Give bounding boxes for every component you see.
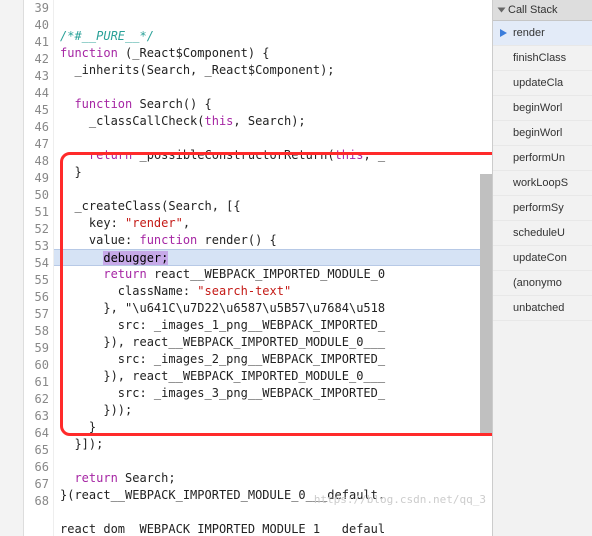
stack-frame-label: scheduleU (513, 227, 565, 239)
line-number[interactable]: 40 (28, 17, 49, 34)
call-stack-frame[interactable]: (anonymo (493, 271, 592, 296)
line-number[interactable]: 59 (28, 340, 49, 357)
code-line[interactable]: return _possibleConstructorReturn(this, … (60, 147, 492, 164)
code-line[interactable]: return react__WEBPACK_IMPORTED_MODULE_0 (60, 266, 492, 283)
call-stack-header[interactable]: Call Stack (493, 0, 592, 21)
code-line[interactable]: src: _images_1_png__WEBPACK_IMPORTED_ (60, 317, 492, 334)
code-line[interactable]: }, "\u641C\u7D22\u6587\u5B57\u7684\u518 (60, 300, 492, 317)
code-line[interactable]: src: _images_3_png__WEBPACK_IMPORTED_ (60, 385, 492, 402)
code-line[interactable]: function (_React$Component) { (60, 45, 492, 62)
code-area[interactable]: /*#__PURE__*/function (_React$Component)… (54, 0, 492, 536)
code-line[interactable]: key: "render", (60, 215, 492, 232)
call-stack-list: render finishClass updateCla beginWorl begin… (493, 21, 592, 536)
line-number[interactable]: 65 (28, 442, 49, 459)
stack-frame-label: (anonymo (513, 277, 562, 289)
stack-frame-label: beginWorl (513, 102, 562, 114)
line-number[interactable]: 49 (28, 170, 49, 187)
current-frame-arrow-icon (499, 28, 509, 38)
call-stack-frame[interactable]: scheduleU (493, 221, 592, 246)
call-stack-frame[interactable]: updateCon (493, 246, 592, 271)
vertical-scrollbar[interactable] (480, 174, 492, 436)
devtools-root: 3940414243444546474849505152535455565758… (0, 0, 592, 536)
code-line[interactable]: react dom WEBPACK IMPORTED MODULE 1 defa… (60, 521, 492, 536)
line-number[interactable]: 66 (28, 459, 49, 476)
call-stack-title: Call Stack (508, 4, 558, 16)
code-line[interactable]: }(react__WEBPACK_IMPORTED_MODULE_0___def… (60, 487, 492, 504)
line-number[interactable]: 56 (28, 289, 49, 306)
call-stack-panel: Call Stack render finishClass updateCla beg… (492, 0, 592, 536)
code-line[interactable]: /*#__PURE__*/ (60, 28, 492, 45)
call-stack-frame[interactable]: performSy (493, 196, 592, 221)
code-line[interactable]: }), react__WEBPACK_IMPORTED_MODULE_0___ (60, 334, 492, 351)
call-stack-frame[interactable]: beginWorl (493, 96, 592, 121)
line-number[interactable]: 57 (28, 306, 49, 323)
left-gutter (0, 0, 24, 536)
code-line[interactable]: function Search() { (60, 96, 492, 113)
line-number[interactable]: 51 (28, 204, 49, 221)
line-number[interactable]: 67 (28, 476, 49, 493)
line-number[interactable]: 63 (28, 408, 49, 425)
line-number[interactable]: 41 (28, 34, 49, 51)
stack-frame-label: performSy (513, 202, 564, 214)
stack-frame-label: unbatched (513, 302, 564, 314)
call-stack-frame[interactable]: workLoopS (493, 171, 592, 196)
line-number[interactable]: 39 (28, 0, 49, 17)
code-line[interactable] (60, 504, 492, 521)
line-number[interactable]: 54 (28, 255, 49, 272)
line-number[interactable]: 68 (28, 493, 49, 510)
call-stack-frame[interactable]: beginWorl (493, 121, 592, 146)
line-number[interactable]: 46 (28, 119, 49, 136)
line-number[interactable]: 61 (28, 374, 49, 391)
stack-frame-label: updateCla (513, 77, 563, 89)
code-line[interactable]: value: function render() { (60, 232, 492, 249)
source-code-panel[interactable]: 3940414243444546474849505152535455565758… (24, 0, 492, 536)
code-line[interactable] (60, 453, 492, 470)
code-line[interactable]: _createClass(Search, [{ (60, 198, 492, 215)
line-number[interactable]: 48 (28, 153, 49, 170)
line-number[interactable]: 52 (28, 221, 49, 238)
line-number[interactable]: 64 (28, 425, 49, 442)
call-stack-frame[interactable]: render (493, 21, 592, 46)
code-line[interactable] (60, 181, 492, 198)
line-number[interactable]: 42 (28, 51, 49, 68)
code-line[interactable]: })); (60, 402, 492, 419)
line-number[interactable]: 50 (28, 187, 49, 204)
line-number[interactable]: 45 (28, 102, 49, 119)
call-stack-frame[interactable]: performUn (493, 146, 592, 171)
stack-frame-label: finishClass (513, 52, 566, 64)
code-line[interactable]: _classCallCheck(this, Search); (60, 113, 492, 130)
code-line[interactable]: } (60, 419, 492, 436)
code-line[interactable]: } (60, 164, 492, 181)
code-line[interactable] (60, 79, 492, 96)
stack-frame-label: updateCon (513, 252, 567, 264)
code-line[interactable]: return Search; (60, 470, 492, 487)
code-line-current[interactable]: debugger; (54, 249, 492, 266)
code-line[interactable]: _inherits(Search, _React$Component); (60, 62, 492, 79)
code-line[interactable]: }]); (60, 436, 492, 453)
code-line[interactable]: }), react__WEBPACK_IMPORTED_MODULE_0___ (60, 368, 492, 385)
call-stack-frame[interactable]: updateCla (493, 71, 592, 96)
call-stack-frame[interactable]: finishClass (493, 46, 592, 71)
disclosure-triangle-icon (498, 8, 506, 13)
line-number-gutter[interactable]: 3940414243444546474849505152535455565758… (24, 0, 54, 536)
line-number[interactable]: 53 (28, 238, 49, 255)
stack-frame-label: beginWorl (513, 127, 562, 139)
code-line[interactable]: className: "search-text" (60, 283, 492, 300)
line-number[interactable]: 58 (28, 323, 49, 340)
line-number[interactable]: 55 (28, 272, 49, 289)
code-line[interactable]: src: _images_2_png__WEBPACK_IMPORTED_ (60, 351, 492, 368)
line-number[interactable]: 43 (28, 68, 49, 85)
line-number[interactable]: 44 (28, 85, 49, 102)
line-number[interactable]: 47 (28, 136, 49, 153)
stack-frame-label: performUn (513, 152, 565, 164)
stack-frame-label: workLoopS (513, 177, 568, 189)
code-line[interactable] (60, 130, 492, 147)
line-number[interactable]: 60 (28, 357, 49, 374)
line-number[interactable]: 62 (28, 391, 49, 408)
call-stack-frame[interactable]: unbatched (493, 296, 592, 321)
stack-frame-label: render (513, 27, 545, 39)
